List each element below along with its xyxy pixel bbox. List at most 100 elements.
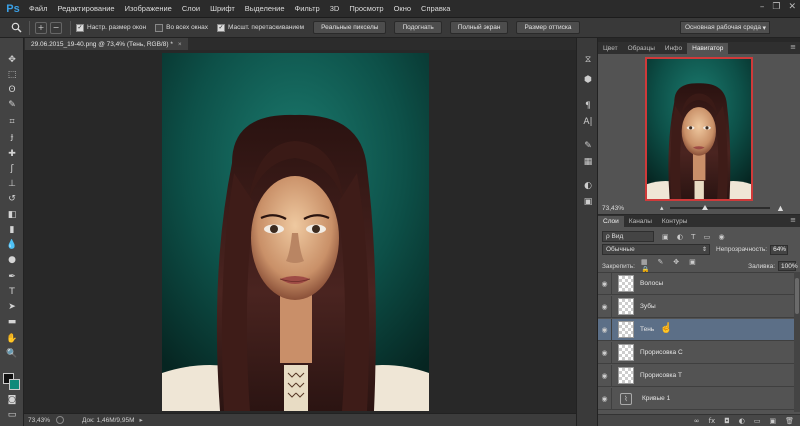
minimize-icon[interactable]: – [760, 2, 765, 12]
all-windows-checkbox[interactable]: Во всех окнах [155, 23, 208, 32]
tab-navigator[interactable]: Навигатор [687, 43, 729, 54]
tab-info[interactable]: Инфо [660, 43, 687, 54]
blur-tool-icon[interactable]: 💧 [4, 239, 20, 251]
restore-icon[interactable]: ❐ [772, 2, 780, 12]
path-select-tool-icon[interactable]: ➤ [4, 301, 20, 313]
history-brush-tool-icon[interactable]: ↺ [4, 193, 20, 205]
menu-view[interactable]: Просмотр [344, 4, 388, 13]
navigator-zoom-value[interactable]: 73,43% [602, 205, 632, 212]
clone-stamp-tool-icon[interactable]: ⊥ [4, 178, 20, 190]
tab-swatches[interactable]: Образцы [623, 43, 660, 54]
delete-layer-icon[interactable]: 🗑 [785, 417, 794, 425]
canvas-artwork[interactable] [162, 53, 429, 411]
layer-style-icon[interactable]: fx [709, 417, 716, 425]
tab-paths[interactable]: Контуры [657, 216, 693, 227]
brush-presets-icon[interactable]: ▦ [581, 156, 595, 168]
status-menu-arrow-icon[interactable]: ▸ [139, 416, 142, 424]
menu-edit[interactable]: Редактирование [52, 4, 119, 13]
tab-color[interactable]: Цвет [598, 43, 623, 54]
menu-type[interactable]: Шрифт [205, 4, 240, 13]
eye-icon[interactable]: ◉ [598, 341, 612, 364]
screen-mode-icon[interactable]: ▭ [4, 409, 20, 421]
brush-panel-icon[interactable]: ✎ [581, 140, 595, 152]
healing-brush-tool-icon[interactable]: ✚ [4, 148, 20, 160]
type-tool-icon[interactable]: T [4, 286, 20, 298]
panel-menu-icon[interactable]: ≡ [790, 43, 796, 51]
navigator-preview[interactable] [646, 58, 752, 200]
lasso-tool-icon[interactable]: ʘ [4, 84, 20, 96]
eraser-tool-icon[interactable]: ◧ [4, 209, 20, 221]
zoom-out-button[interactable]: − [50, 21, 62, 34]
fit-screen-button[interactable]: Подогнать [394, 21, 442, 34]
fill-input[interactable]: 100% [778, 261, 798, 271]
eye-icon[interactable]: ◉ [598, 295, 612, 318]
menu-filter[interactable]: Фильтр [290, 4, 325, 13]
zoom-in-mountain-icon[interactable]: ▲ [776, 203, 785, 213]
kind-filter-select[interactable]: ρ Вид [602, 231, 654, 242]
eye-icon[interactable]: ◉ [598, 364, 612, 387]
menu-file[interactable]: Файл [24, 4, 52, 13]
print-size-button[interactable]: Размер оттиска [516, 21, 580, 34]
move-tool-icon[interactable]: ✥ [4, 54, 20, 66]
marquee-tool-icon[interactable]: ⬚ [4, 69, 20, 81]
layer-row[interactable]: ◉ Прорисовка С [598, 341, 794, 364]
new-layer-icon[interactable]: ▣ [769, 417, 776, 425]
layers-scrollbar[interactable] [794, 272, 800, 412]
close-icon[interactable]: ✕ [788, 2, 796, 12]
eye-icon[interactable]: ◉ [598, 387, 612, 410]
menu-layers[interactable]: Слои [177, 4, 205, 13]
layer-row[interactable]: ◉ Прорисовка Т [598, 364, 794, 387]
paragraph-panel-icon[interactable]: ¶ [581, 100, 595, 112]
history-panel-icon[interactable]: ⧖ [581, 54, 595, 66]
zoom-icon[interactable] [8, 21, 24, 35]
layer-row[interactable]: ◉ Волосы [598, 272, 794, 295]
opacity-input[interactable]: 64% [770, 244, 789, 255]
gradient-tool-icon[interactable]: ▮ [4, 224, 20, 236]
hand-tool-icon[interactable]: ✋ [4, 333, 20, 345]
panel-menu-icon[interactable]: ≡ [790, 216, 796, 224]
3d-panel-icon[interactable]: ⬢ [581, 74, 595, 86]
eye-icon[interactable]: ◉ [598, 272, 612, 295]
resize-windows-checkbox[interactable]: ✓ Настр. размер окон [76, 23, 146, 32]
dodge-tool-icon[interactable]: ● [4, 254, 20, 266]
background-color-swatch[interactable] [9, 379, 20, 390]
layer-row[interactable]: ◉ Зубы [598, 295, 794, 318]
menu-select[interactable]: Выделение [240, 4, 290, 13]
menu-help[interactable]: Справка [416, 4, 455, 13]
new-group-icon[interactable]: ▭ [754, 417, 761, 425]
menu-window[interactable]: Окно [389, 4, 416, 13]
workspace-select[interactable]: Основная рабочая среда [680, 21, 770, 34]
quick-select-tool-icon[interactable]: ✎ [4, 99, 20, 111]
zoom-level[interactable]: 73,43% [28, 417, 56, 424]
add-mask-icon[interactable]: ◘ [724, 417, 730, 425]
filter-type-icons[interactable]: ▣ ◐ T ▭ ◉ [662, 233, 728, 241]
zoom-slider-thumb[interactable] [702, 205, 708, 210]
status-info-icon[interactable] [56, 416, 64, 424]
fill-screen-button[interactable]: Полный экран [449, 21, 509, 34]
actual-pixels-button[interactable]: Реальные пикселы [313, 21, 387, 34]
zoom-out-mountain-icon[interactable]: ▴ [660, 204, 664, 212]
zoom-tool-icon[interactable]: 🔍 [4, 348, 20, 360]
scrollbar-thumb[interactable] [795, 278, 799, 314]
menu-image[interactable]: Изображение [120, 4, 177, 13]
character-panel-icon[interactable]: A| [581, 116, 595, 128]
crop-tool-icon[interactable]: ⌗ [4, 116, 20, 128]
zoom-in-button[interactable]: + [35, 21, 47, 34]
menu-3d[interactable]: 3D [325, 4, 345, 13]
zoom-slider-track[interactable] [670, 207, 770, 209]
tab-channels[interactable]: Каналы [624, 216, 657, 227]
brush-tool-icon[interactable]: ʃ [4, 163, 20, 175]
layer-row-selected[interactable]: ◉ Тень ☝ [598, 318, 794, 341]
eyedropper-tool-icon[interactable]: ɟ [4, 131, 20, 143]
quick-mask-icon[interactable]: ◙ [4, 394, 20, 406]
styles-panel-icon[interactable]: ▣ [581, 196, 595, 208]
eye-icon[interactable]: ◉ [598, 318, 612, 341]
adjustments-panel-icon[interactable]: ◐ [581, 180, 595, 192]
shape-tool-icon[interactable]: ▬ [4, 316, 20, 328]
layer-row[interactable]: ◉ ⌇ Кривые 1 [598, 387, 794, 410]
blend-mode-select[interactable]: Обычные [602, 244, 710, 255]
document-tab[interactable]: 29.06.2015_19-40.png @ 73,4% (Тень, RGB/… [25, 38, 188, 50]
scrubby-zoom-checkbox[interactable]: ✓ Масшт. перетаскиванием [216, 23, 304, 32]
link-layers-icon[interactable]: ∞ [694, 417, 700, 425]
new-adjustment-icon[interactable]: ◐ [739, 417, 745, 425]
